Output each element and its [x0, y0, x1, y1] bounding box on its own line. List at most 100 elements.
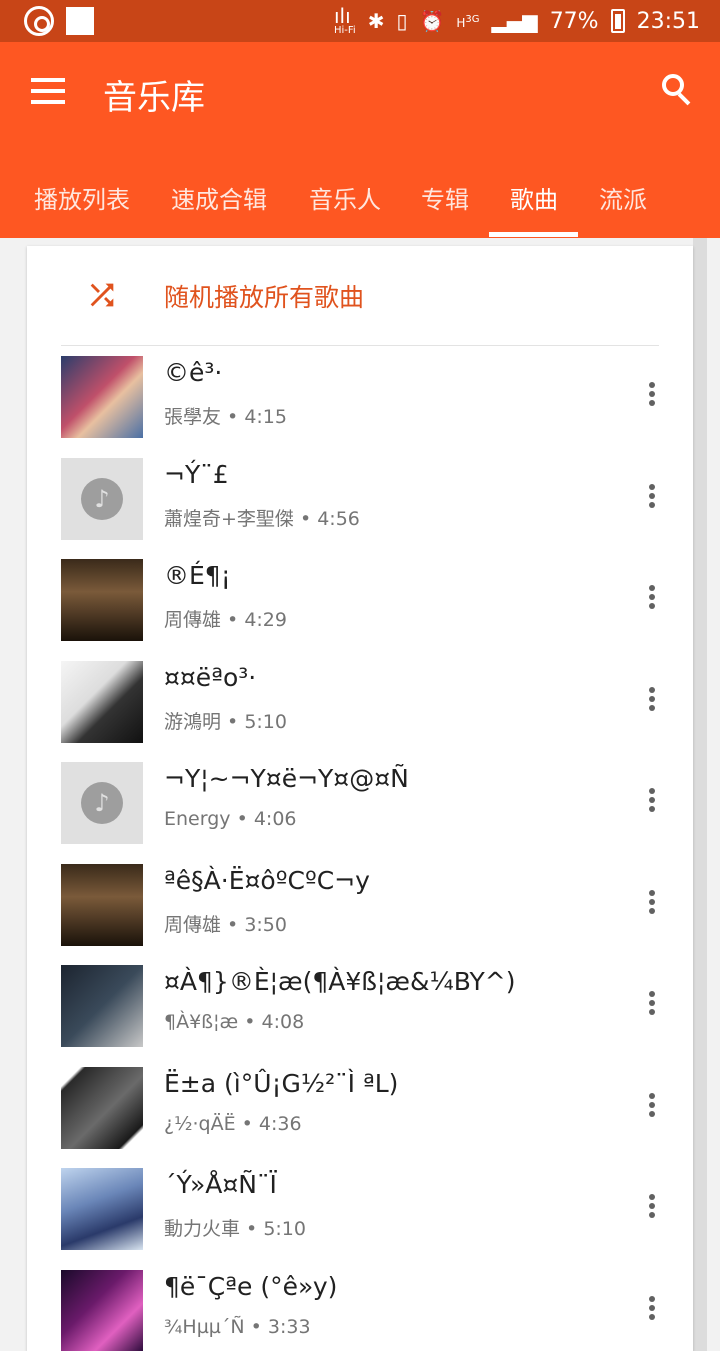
song-artist: 動力火車 [164, 1218, 241, 1240]
song-artist: ¿½·qÄË [164, 1112, 236, 1135]
signal-strength-icon: ▂▄▆ [491, 9, 538, 33]
more-options-icon[interactable] [644, 483, 660, 512]
status-bar-left [24, 6, 94, 36]
song-duration: 4:06 [253, 808, 297, 830]
song-meta: ¶À¥ß¦æ • 4:08 [164, 1011, 304, 1033]
song-artist: 周傳雄 [164, 609, 222, 631]
vibrate-icon: ▯ [396, 9, 408, 33]
album-art [61, 863, 143, 946]
song-title: ¤¤ëªo³· [164, 662, 257, 692]
song-title: ®É¶¡ [164, 561, 231, 590]
album-art [61, 965, 143, 1047]
song-title: ¶ë¯Çªe (°ê»y) [164, 1271, 338, 1301]
app-bar: 音乐库 播放列表 速成合辑 音乐人 专辑 歌曲 流派 [0, 42, 720, 238]
album-art [61, 1066, 143, 1149]
song-title: ©ê³· [164, 358, 223, 387]
alarm-icon: ⏰ [419, 9, 445, 33]
tab-genres[interactable]: 流派 [599, 180, 647, 215]
music-note-icon: ♪ [81, 782, 123, 824]
hifi-signal-icon: ılı Hi-Fi [333, 4, 356, 36]
song-meta: ¿½·qÄË • 4:36 [164, 1113, 302, 1135]
status-bar-right: ılı Hi-Fi ✱ ▯ ⏰ H3G ▂▄▆ 77% 23:51 [334, 4, 700, 38]
tab-playlists[interactable]: 播放列表 [34, 180, 130, 215]
song-row[interactable]: ªê§À·Ë¤ôºCºC¬y 周傳雄 • 3:50 [27, 854, 693, 955]
song-title: ªê§À·Ë¤ôºCºC¬y [164, 865, 370, 895]
meta-separator: • [238, 1011, 262, 1033]
song-artist: ¾Hµµ´Ñ [164, 1315, 245, 1338]
shuffle-all-label: 随机播放所有歌曲 [164, 283, 365, 312]
tab-bar: 播放列表 速成合辑 音乐人 专辑 歌曲 流派 [0, 172, 720, 238]
mobile-data-icon: H3G [456, 13, 480, 30]
menu-icon[interactable] [31, 78, 65, 104]
more-options-icon[interactable] [644, 991, 660, 1019]
album-art [61, 559, 143, 641]
more-options-icon[interactable] [644, 1295, 660, 1324]
tab-instant-mixes[interactable]: 速成合辑 [171, 180, 267, 215]
meta-separator: • [221, 406, 245, 428]
more-options-icon[interactable] [644, 1194, 660, 1222]
album-art [61, 1269, 143, 1351]
more-options-icon[interactable] [644, 889, 660, 918]
song-duration: 4:36 [258, 1112, 302, 1135]
status-bar: ılı Hi-Fi ✱ ▯ ⏰ H3G ▂▄▆ 77% 23:51 [0, 0, 720, 42]
more-options-icon[interactable] [644, 1092, 660, 1121]
song-duration: 3:50 [244, 913, 287, 936]
song-row[interactable]: Ë±a (ì°Û¡G½²¨Ì ªL) ¿½·qÄË • 4:36 [27, 1057, 693, 1158]
song-list-card: 随机播放所有歌曲 ©ê³· 張學友 • 4:15 ♪ ¬Ý¨£ 蕭煌奇+李聖傑 • 4:… [27, 246, 693, 1351]
song-meta: 動力火車 • 5:10 [164, 1214, 306, 1241]
tab-albums[interactable]: 专辑 [421, 180, 469, 215]
music-note-icon: ♪ [81, 477, 123, 520]
song-title: Ë±a (ì°Û¡G½²¨Ì ªL) [164, 1068, 399, 1098]
song-row[interactable]: ♪ ¬Ý¨£ 蕭煌奇+李聖傑 • 4:56 [27, 448, 693, 549]
meta-separator: • [230, 808, 254, 830]
song-row[interactable]: ©ê³· 張學友 • 4:15 [27, 346, 693, 447]
song-artist: 周傳雄 [164, 913, 222, 936]
clock: 23:51 [636, 8, 700, 34]
song-meta: 蕭煌奇+李聖傑 • 4:56 [164, 504, 360, 531]
song-title: ¤À¶}®È¦æ(¶À¥ß¦æ&¼BY^) [164, 967, 516, 996]
meta-separator: • [221, 609, 245, 631]
song-meta: 周傳雄 • 4:29 [164, 605, 287, 632]
tab-songs[interactable]: 歌曲 [510, 180, 558, 215]
bluetooth-icon: ✱ [367, 9, 385, 33]
album-art-placeholder: ♪ [61, 457, 143, 540]
tab-artists[interactable]: 音乐人 [309, 180, 381, 215]
shuffle-icon [90, 283, 114, 307]
scrollbar[interactable] [693, 238, 707, 1351]
meta-separator: • [221, 710, 245, 733]
album-art [61, 356, 143, 438]
song-row[interactable]: ´Ý»Å¤Ñ¨Ï 動力火車 • 5:10 [27, 1158, 693, 1259]
song-row[interactable]: ¤¤ëªo³· 游鴻明 • 5:10 [27, 651, 693, 752]
song-row[interactable]: ¶ë¯Çªe (°ê»y) ¾Hµµ´Ñ • 3:33 [27, 1260, 693, 1351]
song-artist: Energy [164, 808, 231, 830]
page-title: 音乐库 [103, 78, 205, 118]
album-art [61, 660, 143, 743]
song-duration: 4:29 [244, 609, 287, 631]
song-meta: Energy • 4:06 [164, 808, 297, 830]
song-meta: 周傳雄 • 3:50 [164, 910, 287, 937]
song-row[interactable]: ®É¶¡ 周傳雄 • 4:29 [27, 549, 693, 650]
more-options-icon[interactable] [644, 686, 660, 715]
song-duration: 5:10 [244, 710, 287, 733]
song-title: ¬Ý¨£ [164, 459, 229, 489]
search-icon[interactable] [660, 72, 694, 106]
battery-percent: 77% [549, 8, 599, 34]
shuffle-all-button[interactable]: 随机播放所有歌曲 [27, 246, 693, 346]
song-meta: 張學友 • 4:15 [164, 402, 287, 429]
meta-separator: • [293, 507, 318, 530]
song-duration: 5:10 [263, 1218, 306, 1240]
song-artist: 張學友 [164, 406, 222, 428]
song-artist: 蕭煌奇+李聖傑 [164, 507, 294, 530]
song-title: ¬Y¦~¬Y¤ë¬Y¤@¤Ñ [164, 764, 409, 793]
more-options-icon[interactable] [644, 382, 660, 410]
song-row[interactable]: ¤À¶}®È¦æ(¶À¥ß¦æ&¼BY^) ¶À¥ß¦æ • 4:08 [27, 955, 693, 1056]
notification-icon [66, 7, 94, 35]
song-row[interactable]: ♪ ¬Y¦~¬Y¤ë¬Y¤@¤Ñ Energy • 4:06 [27, 752, 693, 853]
song-title: ´Ý»Å¤Ñ¨Ï [164, 1170, 277, 1199]
song-artist: ¶À¥ß¦æ [164, 1011, 239, 1033]
more-options-icon[interactable] [644, 585, 660, 613]
more-options-icon[interactable] [644, 788, 660, 816]
meta-separator: • [244, 1315, 268, 1338]
song-meta: ¾Hµµ´Ñ • 3:33 [164, 1316, 311, 1338]
meta-separator: • [235, 1112, 259, 1135]
